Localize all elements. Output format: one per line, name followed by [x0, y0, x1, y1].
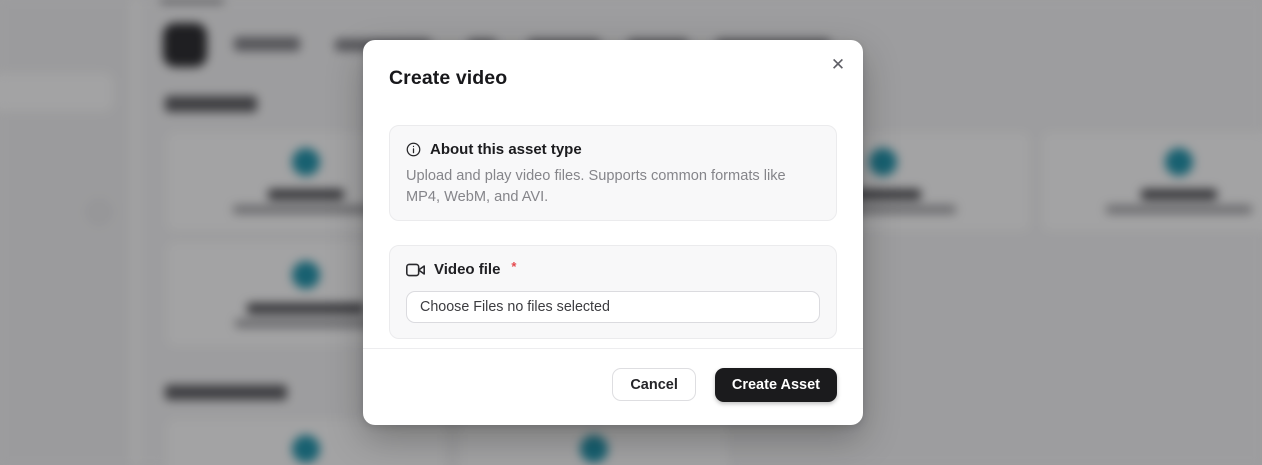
video-camera-icon — [406, 263, 425, 277]
create-asset-button[interactable]: Create Asset — [715, 368, 837, 402]
video-file-label: Video file — [434, 261, 500, 278]
info-panel-title: About this asset type — [430, 141, 582, 158]
about-asset-type-panel: About this asset type Upload and play vi… — [389, 125, 837, 221]
create-video-modal: Create video ✕ About this asset type Upl… — [363, 40, 863, 425]
close-icon[interactable]: ✕ — [825, 52, 851, 78]
video-file-input[interactable]: Choose Files no files selected — [406, 291, 820, 323]
info-panel-description: Upload and play video files. Supports co… — [406, 166, 822, 207]
required-marker: * — [511, 259, 516, 274]
info-circle-icon — [406, 142, 421, 157]
modal-footer: Cancel Create Asset — [363, 348, 863, 425]
modal-title: Create video — [389, 67, 507, 90]
video-file-panel: Video file * Choose Files no files selec… — [389, 245, 837, 339]
cancel-button[interactable]: Cancel — [612, 368, 696, 401]
